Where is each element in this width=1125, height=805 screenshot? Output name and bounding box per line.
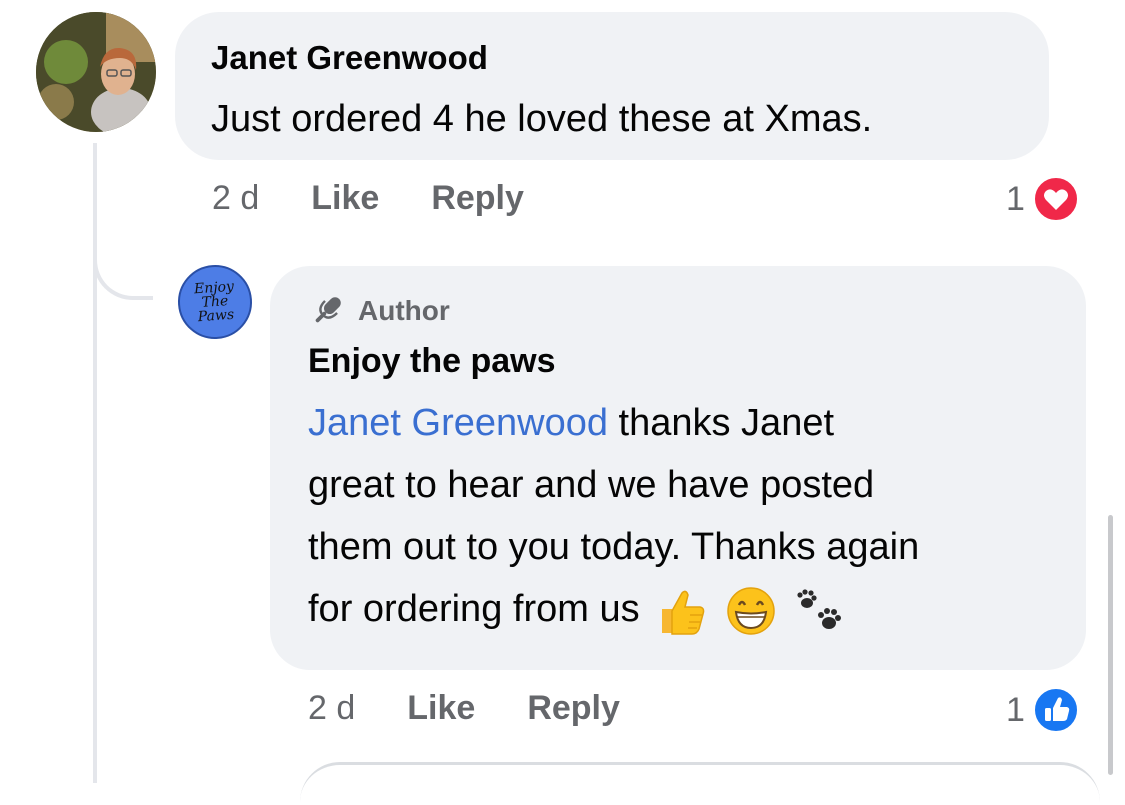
- paw-prints-icon: [797, 589, 842, 629]
- reply-connector: [93, 230, 153, 300]
- like-button[interactable]: Like: [311, 178, 379, 218]
- avatar[interactable]: Enjoy The Paws: [175, 262, 255, 342]
- reply-timestamp[interactable]: 2 d: [308, 688, 355, 728]
- reply-button[interactable]: Reply: [527, 688, 620, 728]
- reply-text-line: great to hear and we have posted: [308, 464, 875, 506]
- profile-photo-icon: [36, 12, 156, 132]
- avatar[interactable]: [36, 12, 156, 132]
- next-comment-bubble: [300, 762, 1100, 805]
- reply-text: Janet Greenwood thanks Janet great to he…: [308, 392, 1068, 640]
- reply-actions: 2 d Like Reply: [308, 688, 620, 728]
- reply-button[interactable]: Reply: [431, 178, 524, 218]
- grinning-face-icon: [726, 587, 775, 635]
- reaction-count: 1: [1006, 179, 1025, 218]
- reply-author-name[interactable]: Enjoy the paws: [308, 340, 556, 382]
- reply-text-line: thanks Janet: [607, 402, 835, 444]
- reply-text-line: for ordering from us: [308, 588, 640, 630]
- comment-author-name[interactable]: Janet Greenwood: [211, 38, 488, 78]
- scrollbar[interactable]: [1108, 515, 1113, 775]
- reaction-summary[interactable]: 1: [1006, 687, 1079, 733]
- reaction-count: 1: [1006, 690, 1025, 729]
- reaction-summary[interactable]: 1: [1006, 176, 1079, 222]
- reply-text-line: them out to you today. Thanks again: [308, 526, 920, 568]
- love-heart-icon: [1032, 176, 1079, 222]
- author-badge-label: Author: [358, 295, 450, 326]
- comment-timestamp[interactable]: 2 d: [212, 178, 259, 218]
- comment-text: Just ordered 4 he loved these at Xmas.: [211, 98, 873, 140]
- avatar-text-line: Paws: [197, 306, 235, 326]
- author-badge: Author: [308, 292, 450, 330]
- like-button[interactable]: Like: [407, 688, 475, 728]
- thumbs-up-icon: [662, 590, 705, 635]
- microphone-icon: [315, 297, 341, 323]
- comment-actions: 2 d Like Reply: [212, 178, 524, 218]
- mention-link[interactable]: Janet Greenwood: [308, 402, 608, 444]
- like-thumb-icon: [1032, 687, 1079, 733]
